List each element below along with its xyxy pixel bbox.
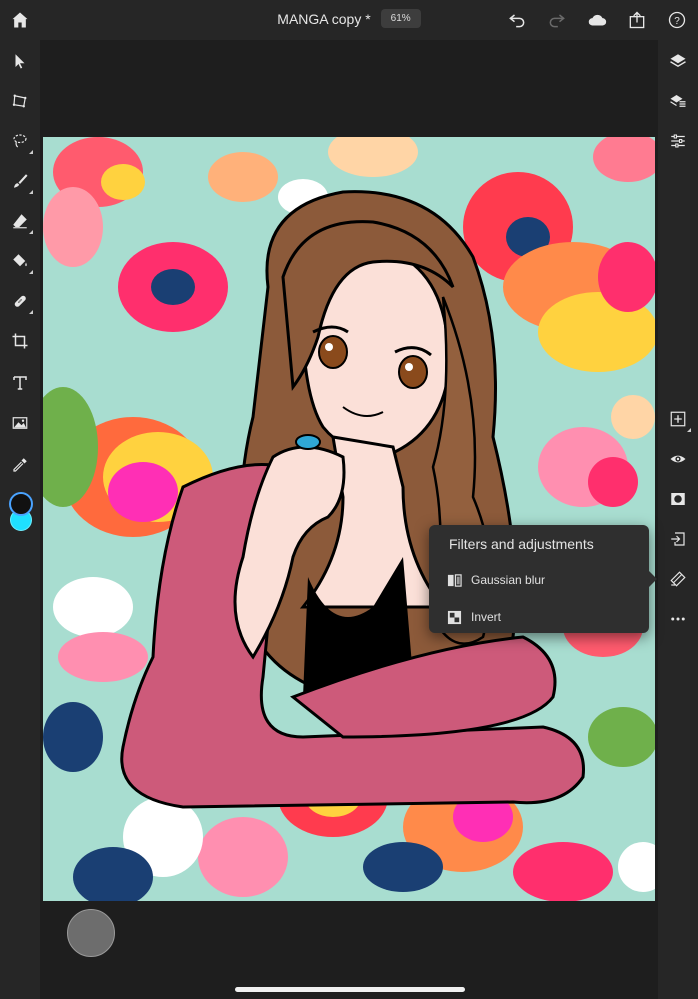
left-toolbar [0,40,40,999]
layer-details-icon[interactable] [664,87,692,115]
popover-title: Filters and adjustments [449,536,594,552]
zoom-level[interactable]: 61% [380,9,421,28]
import-icon[interactable] [664,525,692,553]
type-icon[interactable] [6,369,34,397]
invert-option[interactable]: Invert [447,603,637,631]
gaussian-blur-label: Gaussian blur [471,573,546,587]
healing-icon[interactable] [6,287,34,315]
filters-icon[interactable] [664,565,692,593]
foreground-color-swatch[interactable] [9,492,33,516]
visibility-icon[interactable] [664,445,692,473]
gaussian-blur-option[interactable]: Gaussian blur [447,566,637,594]
invert-label: Invert [471,610,502,624]
home-indicator[interactable] [235,987,465,992]
artwork-canvas[interactable] [43,137,655,901]
eyedropper-icon[interactable] [6,451,34,479]
transform-icon[interactable] [6,87,34,115]
share-icon[interactable] [623,6,651,34]
add-layer-icon[interactable] [664,405,692,433]
svg-text:?: ? [674,16,680,27]
help-icon[interactable]: ? [663,6,691,34]
undo-icon[interactable] [503,6,531,34]
filters-popover: Filters and adjustments Gaussian blur In… [429,525,657,633]
right-toolbar [658,40,698,999]
mask-icon[interactable] [664,485,692,513]
eraser-icon[interactable] [6,207,34,235]
top-bar: MANGA copy * 61% ? [0,0,698,40]
adjustments-icon[interactable] [664,127,692,155]
fill-icon[interactable] [6,247,34,275]
select-icon[interactable] [6,47,34,75]
place-image-icon[interactable] [6,409,34,437]
document-title[interactable]: MANGA copy * [277,11,370,27]
invert-icon [447,610,462,624]
lasso-icon[interactable] [6,127,34,155]
crop-icon[interactable] [6,327,34,355]
brush-icon[interactable] [6,167,34,195]
manga-illustration [43,137,655,901]
layers-icon[interactable] [664,47,692,75]
more-icon[interactable] [664,605,692,633]
cloud-icon[interactable] [583,6,611,34]
touch-shortcut-button[interactable] [67,909,115,957]
redo-icon[interactable] [543,6,571,34]
gaussian-blur-icon [447,573,462,587]
